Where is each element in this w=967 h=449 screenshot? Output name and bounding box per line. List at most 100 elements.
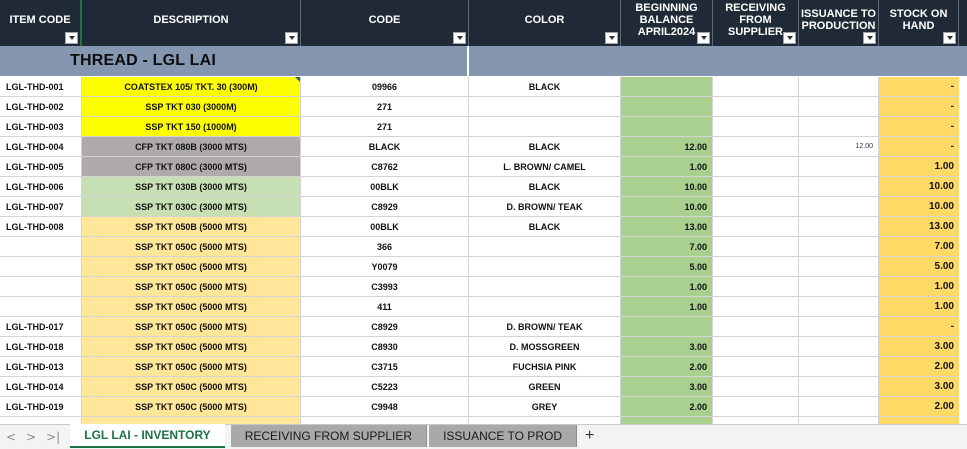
issuance-cell[interactable] [799,77,879,97]
stock-on-hand-cell[interactable]: - [879,117,959,137]
stock-on-hand-cell[interactable]: - [879,97,959,117]
header-description[interactable]: DESCRIPTION [82,0,301,46]
color-cell[interactable]: GREEN [469,377,621,397]
beginning-balance-cell[interactable]: 2.00 [621,397,713,417]
filter-dropdown-icon[interactable] [453,32,466,44]
stock-on-hand-cell[interactable]: - [879,317,959,337]
header-item-code[interactable]: ITEM CODE [0,0,82,46]
description-cell[interactable]: SSP TKT 050C (5000 MTS) [82,277,301,297]
description-cell[interactable]: SSP TKT 050C (5000 MTS) [82,377,301,397]
tab-issuance-to-prod[interactable]: ISSUANCE TO PROD [429,425,577,447]
item-code-cell[interactable]: LGL-THD-004 [0,137,82,157]
header-receiving[interactable]: RECEIVING FROM SUPPLIER [713,0,799,46]
receiving-cell[interactable] [713,217,799,237]
tab-receiving-from-supplier[interactable]: RECEIVING FROM SUPPLIER [230,425,428,447]
beginning-balance-cell[interactable]: 13.00 [621,217,713,237]
code-cell[interactable]: 09966 [301,77,469,97]
stock-on-hand-cell[interactable]: 3.00 [879,377,959,397]
filter-dropdown-icon[interactable] [605,32,618,44]
receiving-cell[interactable] [713,257,799,277]
description-cell[interactable]: SSP TKT 050C (5000 MTS) [82,297,301,317]
beginning-balance-cell[interactable] [621,317,713,337]
filter-dropdown-icon[interactable] [943,32,956,44]
beginning-balance-cell[interactable]: 3.00 [621,337,713,357]
description-cell[interactable]: SSP TKT 050B (5000 MTS) [82,217,301,237]
description-cell[interactable]: SSP TKT 030C (3000 MTS) [82,197,301,217]
issuance-cell[interactable] [799,277,879,297]
beginning-balance-cell[interactable]: 5.00 [621,257,713,277]
issuance-cell[interactable] [799,397,879,417]
receiving-cell[interactable] [713,357,799,377]
code-cell[interactable]: C8929 [301,197,469,217]
beginning-balance-cell[interactable] [621,117,713,137]
filter-dropdown-icon[interactable] [783,32,796,44]
code-cell[interactable]: 00BLK [301,177,469,197]
filter-dropdown-icon[interactable] [863,32,876,44]
item-code-cell[interactable]: LGL-THD-001 [0,77,82,97]
color-cell[interactable]: D. MOSSGREEN [469,337,621,357]
stock-on-hand-cell[interactable]: 10.00 [879,197,959,217]
header-stock-on-hand[interactable]: STOCK ON HAND [879,0,959,46]
receiving-cell[interactable] [713,197,799,217]
item-code-cell[interactable]: LGL-THD-019 [0,397,82,417]
item-code-cell[interactable]: LGL-THD-002 [0,97,82,117]
beginning-balance-cell[interactable]: 7.00 [621,237,713,257]
stock-on-hand-cell[interactable]: - [879,137,959,157]
color-cell[interactable] [469,97,621,117]
issuance-cell[interactable] [799,297,879,317]
item-code-cell[interactable]: LGL-THD-018 [0,337,82,357]
stock-on-hand-cell[interactable]: 2.00 [879,357,959,377]
code-cell[interactable]: 366 [301,237,469,257]
receiving-cell[interactable] [713,97,799,117]
color-cell[interactable] [469,117,621,137]
stock-on-hand-cell[interactable]: 13.00 [879,217,959,237]
item-code-cell[interactable]: LGL-THD-013 [0,357,82,377]
issuance-cell[interactable] [799,197,879,217]
issuance-cell[interactable] [799,177,879,197]
header-color[interactable]: COLOR [469,0,621,46]
color-cell[interactable]: BLACK [469,137,621,157]
receiving-cell[interactable] [713,277,799,297]
item-code-cell[interactable]: LGL-THD-014 [0,377,82,397]
color-cell[interactable]: BLACK [469,77,621,97]
receiving-cell[interactable] [713,337,799,357]
beginning-balance-cell[interactable]: 3.00 [621,377,713,397]
item-code-cell[interactable] [0,237,82,257]
beginning-balance-cell[interactable]: 12.00 [621,137,713,157]
stock-on-hand-cell[interactable]: 1.00 [879,297,959,317]
receiving-cell[interactable] [713,397,799,417]
receiving-cell[interactable] [713,137,799,157]
code-cell[interactable]: C8929 [301,317,469,337]
code-cell[interactable]: 271 [301,97,469,117]
nav-prev-icon[interactable]: < [6,430,16,444]
issuance-cell[interactable]: 12.00 [799,137,879,157]
code-cell[interactable]: 00BLK [301,217,469,237]
item-code-cell[interactable]: LGL-THD-005 [0,157,82,177]
description-cell[interactable]: SSP TKT 030 (3000M) [82,97,301,117]
add-sheet-icon[interactable]: + [577,425,602,447]
issuance-cell[interactable] [799,217,879,237]
code-cell[interactable]: BLACK [301,137,469,157]
issuance-cell[interactable] [799,97,879,117]
item-code-cell[interactable]: LGL-THD-017 [0,317,82,337]
issuance-cell[interactable] [799,337,879,357]
item-code-cell[interactable] [0,257,82,277]
description-cell[interactable]: SSP TKT 050C (5000 MTS) [82,257,301,277]
receiving-cell[interactable] [713,317,799,337]
color-cell[interactable]: FUCHSIA PINK [469,357,621,377]
color-cell[interactable]: BLACK [469,177,621,197]
code-cell[interactable]: C8762 [301,157,469,177]
beginning-balance-cell[interactable] [621,97,713,117]
item-code-cell[interactable]: LGL-THD-007 [0,197,82,217]
color-cell[interactable] [469,257,621,277]
code-cell[interactable]: C3715 [301,357,469,377]
beginning-balance-cell[interactable]: 10.00 [621,197,713,217]
description-cell[interactable]: CFP TKT 080C (3000 MTS) [82,157,301,177]
description-cell[interactable]: COATSTEX 105/ TKT. 30 (300M) [82,77,301,97]
description-cell[interactable]: SSP TKT 150 (1000M) [82,117,301,137]
code-cell[interactable]: C3993 [301,277,469,297]
beginning-balance-cell[interactable]: 1.00 [621,157,713,177]
code-cell[interactable]: Y0079 [301,257,469,277]
item-code-cell[interactable] [0,277,82,297]
description-cell[interactable]: SSP TKT 050C (5000 MTS) [82,317,301,337]
